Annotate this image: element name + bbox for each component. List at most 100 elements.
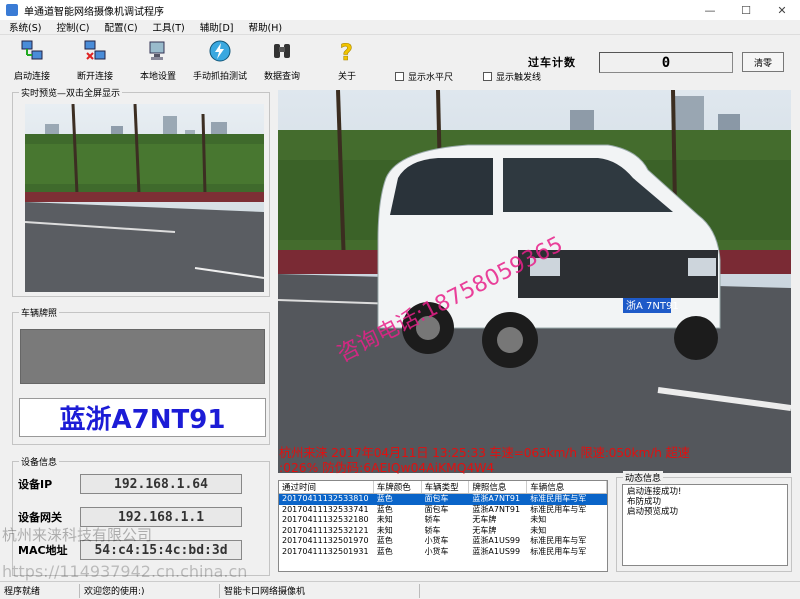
- clear-button[interactable]: 清零: [742, 52, 784, 72]
- van-plate-text: 浙A 7NT91: [626, 300, 679, 312]
- checkbox-box: [395, 72, 404, 81]
- about-button[interactable]: ? 关于: [334, 38, 360, 82]
- device-ip-value: 192.168.1.64: [80, 474, 242, 494]
- cell: 小货车: [424, 546, 449, 556]
- local-settings-label: 本地设置: [140, 72, 177, 82]
- app-window: 单通道智能网络摄像机调试程序 — ☐ ✕ 系统(S) 控制(C) 配置(C) 工…: [0, 0, 800, 599]
- device-caption: 设备信息: [19, 455, 60, 468]
- log-line: 启动连接成功!: [627, 487, 682, 497]
- checkbox-box: [483, 72, 492, 81]
- title-bar: 单通道智能网络摄像机调试程序 — ☐ ✕: [0, 0, 800, 20]
- plate-text: 蓝浙A7NT91: [19, 398, 266, 437]
- cell: 蓝浙A1US99: [472, 546, 521, 556]
- minimize-icon[interactable]: —: [692, 0, 728, 20]
- dynamic-caption: 动态信息: [623, 471, 664, 484]
- show-horizontal-checkbox[interactable]: 显示水平尺: [395, 70, 453, 83]
- cell: 标准民用车与军: [530, 536, 587, 546]
- cell: 未知: [530, 525, 547, 535]
- about-label: 关于: [337, 72, 356, 82]
- cell: 标准民用车与军: [530, 494, 587, 503]
- disconnect-label: 断开连接: [77, 72, 114, 82]
- status-welcome: 欢迎您的使用:): [80, 583, 220, 598]
- device-mac-value: 54:c4:15:4c:bd:3d: [80, 540, 242, 560]
- table-row[interactable]: 20170411132533741 蓝色 面包车 蓝浙A7NT91 标准民用车与…: [279, 505, 607, 516]
- menu-help[interactable]: 帮助(H): [249, 20, 283, 34]
- close-icon[interactable]: ✕: [764, 0, 800, 20]
- network-connect-icon: [19, 38, 45, 64]
- preview-caption: 实时预览—双击全屏显示: [19, 86, 123, 99]
- capture-image[interactable]: 浙A 7NT91 咨询电话:18758059365: [278, 90, 791, 473]
- plate-caption: 车辆牌照: [19, 306, 60, 319]
- device-gw-label: 设备网关: [18, 511, 62, 524]
- plate-image: [20, 329, 265, 384]
- connect-button[interactable]: 启动连接: [14, 38, 50, 82]
- table-row[interactable]: 20170411132533810 蓝色 面包车 蓝浙A7NT91 标准民用车与…: [279, 494, 607, 505]
- connect-label: 启动连接: [14, 72, 51, 82]
- menu-assist[interactable]: 辅助[D]: [200, 20, 234, 34]
- cell: 面包车: [424, 494, 449, 503]
- cell: 未知: [376, 525, 393, 535]
- data-query-button[interactable]: 数据查询: [264, 38, 300, 82]
- cell: 20170411132533741: [282, 504, 369, 514]
- show-horizontal-label: 显示水平尺: [408, 73, 454, 83]
- col-vehicle-type[interactable]: 车辆类型: [422, 481, 470, 493]
- svg-text:?: ?: [340, 41, 353, 63]
- pass-count-label: 过车计数: [528, 56, 576, 69]
- cell: 蓝色: [376, 536, 393, 546]
- cell: 未知: [376, 515, 393, 525]
- disconnect-button[interactable]: 断开连接: [77, 38, 113, 82]
- cell: 蓝浙A7NT91: [472, 494, 521, 503]
- pass-count-display: 0: [599, 52, 733, 73]
- cell: 轿车: [424, 515, 441, 525]
- table-row[interactable]: 20170411132501931 蓝色 小货车 蓝浙A1US99 标准民用车与…: [279, 547, 607, 558]
- col-vehicle-info[interactable]: 车辆信息: [527, 481, 607, 493]
- cell: 轿车: [424, 525, 441, 535]
- manual-capture-label: 手动抓拍测试: [193, 72, 248, 82]
- maximize-icon[interactable]: ☐: [728, 0, 764, 20]
- cell: 蓝色: [376, 494, 393, 503]
- menu-config[interactable]: 配置(C): [105, 20, 138, 34]
- manual-capture-button[interactable]: 手动抓拍测试: [193, 38, 247, 82]
- menu-tools[interactable]: 工具(T): [153, 20, 185, 34]
- cell: 无车牌: [472, 515, 497, 525]
- cell: 蓝浙A7NT91: [472, 504, 521, 514]
- device-ip-label: 设备IP: [18, 478, 53, 491]
- network-disconnect-icon: [82, 38, 108, 64]
- device-gw-value: 192.168.1.1: [80, 507, 242, 527]
- table-row[interactable]: 20170411132532121 未知 轿车 无车牌 未知: [279, 526, 607, 537]
- cell: 标准民用车与军: [530, 504, 587, 514]
- show-trigger-checkbox[interactable]: 显示触发线: [483, 70, 541, 83]
- device-ip-row: 设备IP 192.168.1.64: [18, 474, 242, 494]
- cell: 无车牌: [472, 525, 497, 535]
- menu-bar: 系统(S) 控制(C) 配置(C) 工具(T) 辅助[D] 帮助(H): [0, 20, 800, 35]
- col-plate-color[interactable]: 车牌颜色: [374, 481, 422, 493]
- col-time[interactable]: 通过时间: [279, 481, 374, 493]
- col-plate-info[interactable]: 牌照信息: [469, 481, 528, 493]
- cell: 20170411132533810: [282, 494, 369, 503]
- cell: 未知: [530, 515, 547, 525]
- cell: 20170411132501931: [282, 546, 369, 556]
- table-row[interactable]: 20170411132501970 蓝色 小货车 蓝浙A1US99 标准民用车与…: [279, 536, 607, 547]
- data-query-label: 数据查询: [264, 72, 301, 82]
- cell: 面包车: [424, 504, 449, 514]
- menu-control[interactable]: 控制(C): [56, 20, 89, 34]
- cell: 20170411132501970: [282, 536, 369, 546]
- local-settings-button[interactable]: 本地设置: [140, 38, 176, 82]
- cell: 蓝色: [376, 504, 393, 514]
- cell: 标准民用车与军: [530, 546, 587, 556]
- cell: 20170411132532180: [282, 515, 369, 525]
- cell: 蓝浙A1US99: [472, 536, 521, 546]
- lightning-icon: [207, 38, 233, 64]
- menu-system[interactable]: 系统(S): [9, 20, 41, 34]
- table-row[interactable]: 20170411132532180 未知 轿车 无车牌 未知: [279, 515, 607, 526]
- cell: 20170411132532121: [282, 525, 369, 535]
- status-ready: 程序就绪: [0, 583, 80, 598]
- status-product: 智能卡口网络摄像机: [220, 583, 420, 598]
- records-table[interactable]: 通过时间 车牌颜色 车辆类型 牌照信息 车辆信息 201704111325338…: [278, 480, 608, 572]
- computer-settings-icon: [145, 38, 171, 64]
- cell: 蓝色: [376, 546, 393, 556]
- dynamic-log: 启动连接成功! 布防成功 启动预览成功: [622, 484, 788, 566]
- live-preview[interactable]: [25, 104, 264, 292]
- table-header: 通过时间 车牌颜色 车辆类型 牌照信息 车辆信息: [279, 481, 607, 494]
- window-title: 单通道智能网络摄像机调试程序: [24, 6, 164, 18]
